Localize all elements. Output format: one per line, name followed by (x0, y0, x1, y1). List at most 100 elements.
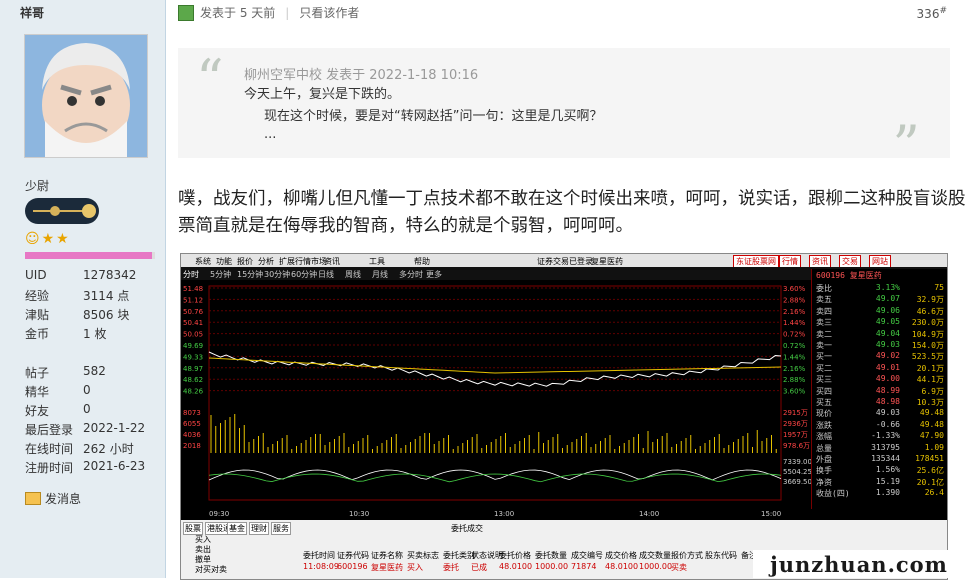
stock-menu-item[interactable]: 帮助 (414, 256, 430, 267)
volume-tick: 8073 (183, 409, 201, 417)
quote-value: 49.03 (875, 408, 900, 418)
quote-row: 收益(四) 1.390 26.4 (816, 488, 944, 498)
stat-label: 帖子 (25, 366, 50, 380)
post-content: 发表于 5 天前 | 只看该作者 336# “ ” 柳州空军中校 发表于 202… (166, 0, 965, 580)
stock-code: 600196 复星医药 (816, 270, 882, 281)
volume-tick: 4036 (183, 431, 201, 439)
time-tick: 10:30 (349, 510, 369, 518)
floor-suffix: # (939, 6, 947, 16)
panel-col-header: 买卖标志 (407, 551, 439, 560)
stat-label: 金币 (25, 327, 50, 341)
macd-tick: 5504.25 (783, 468, 811, 476)
floor-number[interactable]: 336# (917, 6, 947, 21)
panel-left-tab[interactable]: 基金 (227, 522, 247, 535)
quote-value: 49.00 (875, 374, 900, 384)
watermark: junzhuan.com (753, 550, 965, 578)
stock-period-tab[interactable]: 周线 (345, 269, 361, 280)
stock-period-tab[interactable]: 月线 (372, 269, 388, 280)
quote-label: 买五 (816, 398, 832, 407)
panel-col-header: 证券名称 (371, 551, 403, 560)
quote-value: 49.07 (875, 294, 900, 304)
quote-value: 15.19 (875, 476, 900, 486)
panel-cell: 复星医药 (371, 563, 403, 572)
stock-period-tab[interactable]: 日线 (318, 269, 334, 280)
quote-label: 净资 (816, 477, 832, 487)
quote-row: 卖四 49.06 46.6万 (816, 306, 944, 316)
stock-period-tab[interactable]: 30分钟 (264, 269, 290, 280)
panel-cell: 71874 (571, 562, 597, 571)
stock-menu-item[interactable]: 扩展行情市场 (279, 256, 327, 267)
quote-ellipsis: ... (264, 127, 277, 142)
quote-label: 涨幅 (816, 432, 832, 442)
stock-title-name: 复星医药 (591, 257, 623, 266)
stock-period-tab[interactable]: 5分钟 (210, 269, 231, 280)
quote-header: 柳州空军中校 发表于 2022-1-18 10:16 (244, 68, 479, 83)
chart-frame (208, 285, 782, 501)
avatar[interactable] (24, 34, 148, 158)
stock-period-tab[interactable]: 60分钟 (291, 269, 317, 280)
quote-label: 换手 (816, 466, 832, 476)
quote-label: 现价 (816, 409, 832, 419)
stat-value[interactable]: 1 枚 (83, 325, 106, 342)
quote-line2: 现在这个时候，要是对“转网赵括”问一句：这里是几买啊？ (264, 109, 603, 124)
stock-menu-item[interactable]: 资讯 (324, 256, 340, 267)
stock-menu-item[interactable]: 报价 (237, 256, 253, 267)
open-quote-icon: “ (196, 48, 224, 111)
quote-volume: 154.0万 (911, 341, 944, 350)
panel-left-tab[interactable]: 理财 (249, 522, 269, 535)
stock-period-tab[interactable]: 更多 (426, 269, 442, 280)
quote-volume: 75 (934, 283, 944, 292)
stock-menu-item[interactable]: 功能 (216, 256, 232, 267)
quote-volume: 178451 (915, 454, 944, 463)
quote-label: 卖二 (816, 329, 832, 339)
price-tick: 50.05 (183, 331, 203, 339)
rank-stars: ☺ ★ ★ (25, 231, 69, 247)
smiley-icon: ☺ (25, 231, 40, 247)
panel-left-tab[interactable]: 服务 (271, 522, 291, 535)
time-tick: 13:00 (494, 510, 514, 518)
time-tick: 09:30 (209, 510, 229, 518)
stock-menu-item[interactable]: 系统 (195, 256, 211, 267)
rank-title: 少尉 (25, 179, 50, 193)
stock-menu-item[interactable]: 工具 (369, 256, 385, 267)
stock-period-tab[interactable]: 多分时 (399, 269, 423, 280)
stat-value[interactable]: 1278342 (83, 268, 136, 282)
quote-volume: 46.6万 (916, 306, 944, 316)
quote-volume: 10.3万 (916, 398, 944, 407)
quote-value: 1.56% (875, 465, 900, 475)
send-message-link[interactable]: 发消息 (25, 490, 81, 507)
quote-row: 卖一 49.03 154.0万 (816, 340, 944, 350)
panel-cell: 600196 (337, 562, 368, 571)
author-name[interactable]: 祥哥 (20, 4, 44, 21)
macd-tick: 3669.50 (783, 478, 811, 486)
panel-col-header: 委托数量 (535, 551, 567, 560)
quote-row: 买四 48.99 6.9万 (816, 386, 944, 396)
stat-label: 精华 (25, 385, 50, 399)
panel-col-header: 成交价格 (605, 551, 637, 560)
quote-volume: 25.6亿 (916, 466, 944, 476)
star-icon: ★ (56, 231, 69, 247)
quote-label: 总量 (816, 443, 832, 453)
quote-value: 313795 (871, 442, 900, 452)
quote-label: 卖三 (816, 318, 832, 328)
quote-volume: 20.1万 (916, 363, 944, 373)
stat-value[interactable]: 8506 块 (83, 306, 129, 323)
stock-period-tab[interactable]: 15分钟 (237, 269, 263, 280)
stock-period-tab[interactable]: 分时 (183, 269, 199, 280)
panel-cell: 11:08:09 (303, 562, 339, 571)
quote-value: 49.06 (875, 305, 900, 315)
stock-login-status: 证券交易已登录 (537, 257, 593, 266)
panel-left-item[interactable]: 对买对卖 (195, 564, 227, 575)
pct-tick: 2.88% (783, 376, 806, 384)
stock-code-value: 600196 (816, 271, 845, 280)
panel-cell: 买卖 (671, 563, 687, 572)
volume-tick-right: 2915万 (783, 409, 808, 417)
stat-value[interactable]: 3114 点 (83, 287, 129, 304)
only-author-link[interactable]: 只看该作者 (299, 4, 359, 21)
quote-volume: 104.9万 (911, 329, 944, 339)
stock-menu-item[interactable]: 分析 (258, 256, 274, 267)
post-status-icon (178, 4, 194, 21)
quote-label: 买一 (816, 352, 832, 362)
panel-col-header: 股东代码 (705, 551, 737, 560)
star-icon: ★ (41, 231, 55, 247)
